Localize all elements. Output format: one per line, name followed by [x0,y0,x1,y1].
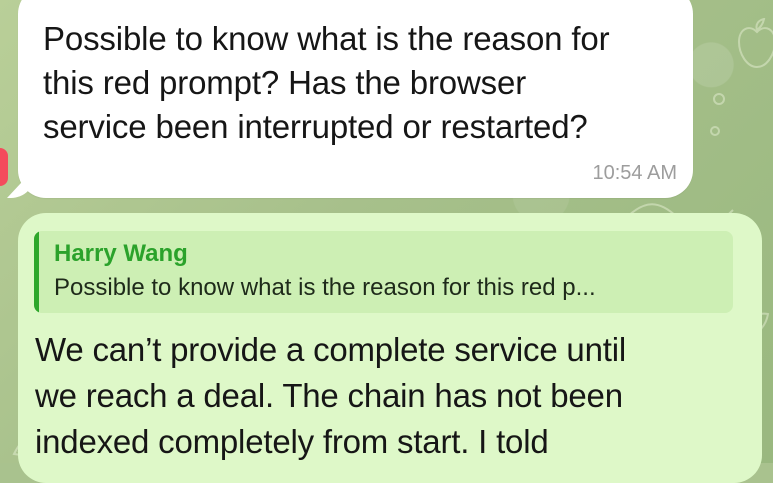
reply-author: Harry Wang [54,240,188,267]
reply-snippet: Possible to know what is the reason for … [54,274,596,301]
outgoing-message-bubble[interactable]: Harry Wang Possible to know what is the … [18,213,762,483]
reply-preview[interactable]: Harry Wang Possible to know what is the … [34,231,733,313]
incoming-message-time: 10:54 AM [592,162,677,184]
reply-bar [34,231,39,313]
incoming-message-bubble[interactable]: Possible to know what is the reason for … [18,0,693,198]
alert-accent [0,148,8,186]
outgoing-message-text: We can’t provide a complete service unti… [35,331,626,460]
incoming-message-text: Possible to know what is the reason for … [43,20,610,145]
